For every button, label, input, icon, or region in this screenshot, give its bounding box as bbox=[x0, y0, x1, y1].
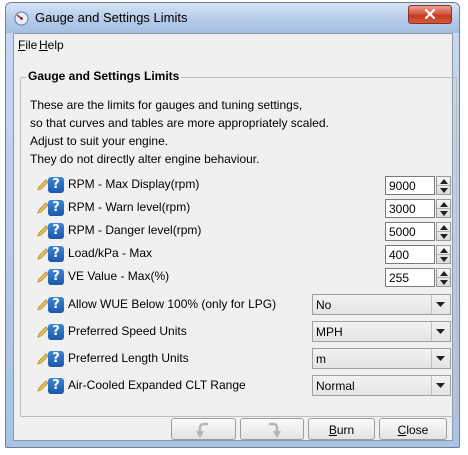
field-label: RPM - Danger level(rpm) bbox=[68, 223, 202, 237]
rpm-warn-level-spinner[interactable] bbox=[436, 199, 451, 218]
menu-help[interactable]: Help bbox=[39, 38, 64, 52]
field-label: VE Value - Max(%) bbox=[68, 269, 170, 283]
dropdown-button[interactable] bbox=[431, 295, 450, 314]
description-line: These are the limits for gauges and tuni… bbox=[30, 98, 303, 112]
ve-value-max-spinner[interactable] bbox=[436, 268, 451, 287]
rpm-warn-level-input[interactable]: 3000 bbox=[385, 199, 435, 218]
rpm-max-display-spinner[interactable] bbox=[436, 176, 451, 195]
spin-down-button[interactable] bbox=[437, 232, 450, 241]
clt-range-select[interactable]: Normal bbox=[312, 375, 451, 396]
arrow-up-icon bbox=[440, 179, 448, 184]
spin-up-button[interactable] bbox=[437, 246, 450, 255]
length-units-select[interactable]: m bbox=[312, 348, 451, 369]
help-icon[interactable]: ? bbox=[48, 351, 64, 367]
description-line: They do not directly alter engine behavi… bbox=[30, 152, 260, 166]
help-icon[interactable]: ? bbox=[48, 324, 64, 340]
dialog-body: File Help Gauge and Settings Limits Thes… bbox=[13, 33, 457, 441]
title-bar[interactable]: Gauge and Settings Limits bbox=[6, 3, 459, 33]
dropdown-button[interactable] bbox=[431, 322, 450, 341]
select-value: No bbox=[316, 298, 332, 312]
help-icon[interactable]: ? bbox=[48, 378, 64, 394]
chevron-down-icon bbox=[436, 383, 445, 388]
allow-wue-select[interactable]: No bbox=[312, 294, 451, 315]
window-close-button[interactable] bbox=[408, 5, 452, 24]
undo-icon bbox=[196, 422, 208, 438]
arrow-down-icon bbox=[440, 279, 448, 285]
spin-down-button[interactable] bbox=[437, 278, 450, 287]
spin-up-button[interactable] bbox=[437, 177, 450, 186]
rpm-max-display-input[interactable]: 9000 bbox=[385, 176, 435, 195]
select-value: Normal bbox=[316, 379, 355, 393]
dropdown-button[interactable] bbox=[431, 376, 450, 395]
load-kpa-max-input[interactable]: 400 bbox=[385, 245, 435, 264]
arrow-up-icon bbox=[440, 248, 448, 253]
dialog-window: Gauge and Settings Limits File Help Gaug… bbox=[5, 2, 460, 448]
select-label: Air-Cooled Expanded CLT Range bbox=[68, 378, 246, 392]
field-label: RPM - Warn level(rpm) bbox=[68, 200, 191, 214]
spin-down-button[interactable] bbox=[437, 186, 450, 195]
chevron-down-icon bbox=[436, 329, 445, 334]
help-icon[interactable]: ? bbox=[48, 246, 64, 262]
rpm-danger-level-input[interactable]: 5000 bbox=[385, 222, 435, 241]
redo-button[interactable] bbox=[240, 418, 304, 440]
select-label: Preferred Length Units bbox=[68, 351, 189, 365]
close-icon bbox=[424, 8, 436, 20]
spin-up-button[interactable] bbox=[437, 223, 450, 232]
ve-value-max-input[interactable]: 255 bbox=[385, 268, 435, 287]
burn-button-label: Burn bbox=[328, 423, 355, 437]
arrow-down-icon bbox=[440, 233, 448, 239]
burn-button[interactable]: Burn bbox=[308, 418, 375, 440]
dropdown-button[interactable] bbox=[431, 349, 450, 368]
help-icon[interactable]: ? bbox=[48, 223, 64, 239]
chevron-down-icon bbox=[436, 356, 445, 361]
redo-icon bbox=[269, 422, 281, 438]
speed-units-select[interactable]: MPH bbox=[312, 321, 451, 342]
rpm-danger-level-spinner[interactable] bbox=[436, 222, 451, 241]
arrow-up-icon bbox=[440, 225, 448, 230]
window-title: Gauge and Settings Limits bbox=[35, 10, 188, 25]
spin-up-button[interactable] bbox=[437, 269, 450, 278]
select-value: MPH bbox=[316, 325, 343, 339]
arrow-down-icon bbox=[440, 210, 448, 216]
arrow-down-icon bbox=[440, 256, 448, 262]
help-icon[interactable]: ? bbox=[48, 297, 64, 313]
group-title: Gauge and Settings Limits bbox=[26, 69, 182, 83]
select-label: Allow WUE Below 100% (only for LPG) bbox=[68, 297, 277, 311]
chevron-down-icon bbox=[436, 302, 445, 307]
spin-down-button[interactable] bbox=[437, 255, 450, 264]
menu-file[interactable]: File bbox=[18, 38, 37, 52]
spin-up-button[interactable] bbox=[437, 200, 450, 209]
arrow-up-icon bbox=[440, 271, 448, 276]
load-kpa-max-spinner[interactable] bbox=[436, 245, 451, 264]
field-label: RPM - Max Display(rpm) bbox=[68, 177, 200, 191]
app-icon bbox=[14, 11, 29, 26]
field-label: Load/kPa - Max bbox=[68, 246, 153, 260]
description-line: so that curves and tables are more appro… bbox=[30, 116, 329, 130]
select-value: m bbox=[316, 352, 326, 366]
close-button-label: Close bbox=[397, 423, 429, 437]
arrow-up-icon bbox=[440, 202, 448, 207]
undo-button[interactable] bbox=[171, 418, 236, 440]
select-label: Preferred Speed Units bbox=[68, 324, 187, 338]
spin-down-button[interactable] bbox=[437, 209, 450, 218]
menu-bar: File Help bbox=[14, 34, 452, 56]
arrow-down-icon bbox=[440, 187, 448, 193]
help-icon[interactable]: ? bbox=[48, 269, 64, 285]
description-line: Adjust to suit your engine. bbox=[30, 134, 169, 148]
help-icon[interactable]: ? bbox=[48, 200, 64, 216]
help-icon[interactable]: ? bbox=[48, 177, 64, 193]
close-button[interactable]: Close bbox=[379, 418, 447, 440]
